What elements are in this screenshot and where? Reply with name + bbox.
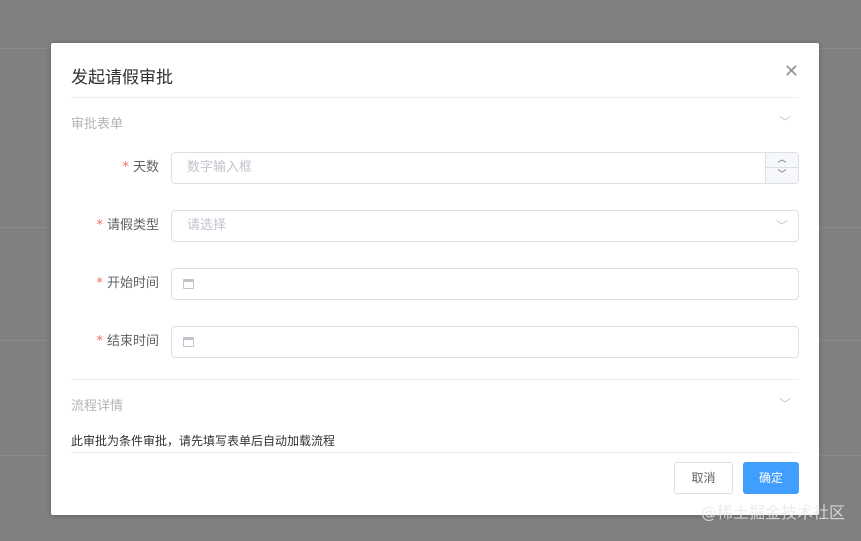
field-label: * 请假类型 [71,210,159,242]
field-label: * 天数 [71,152,159,184]
end-time-picker[interactable] [171,326,799,358]
section-flow-details[interactable]: 流程详情 ﹀ [71,395,799,415]
close-icon[interactable]: ✕ [784,63,799,81]
chevron-down-icon: ﹀ [778,397,791,411]
placeholder: 数字输入框 [187,160,253,175]
days-number-input[interactable]: 数字输入框 ︿ ﹀ [171,152,799,184]
increase-button[interactable]: ︿ [766,153,798,168]
field-end-time: * 结束时间 [71,326,799,358]
flow-note: 此审批为条件审批，请先填写表单后自动加载流程 [71,434,336,448]
label-text: 开始时间 [106,276,159,291]
label-text: 结束时间 [106,334,159,349]
leave-approval-dialog: 发起请假审批 ✕ 审批表单 ﹀ * 天数 数字输入框 ︿ ﹀ * 请假类型 请选择 … [51,43,819,515]
label-text: 天数 [132,160,159,175]
cancel-button[interactable]: 取消 [674,462,733,494]
leave-type-select[interactable]: 请选择 ﹀ [171,210,799,242]
decrease-button[interactable]: ﹀ [766,168,798,183]
dialog-title: 发起请假审批 [71,68,173,88]
watermark: @稀土掘金技术社区 [700,503,845,522]
field-days: * 天数 数字输入框 ︿ ﹀ [71,152,799,184]
calendar-icon [183,337,194,347]
divider [71,452,799,453]
section-title: 流程详情 [71,399,124,414]
required-mark: * [96,276,103,291]
placeholder: 请选择 [187,218,227,233]
section-title: 审批表单 [71,117,124,132]
field-start-time: * 开始时间 [71,268,799,300]
field-label: * 开始时间 [71,268,159,300]
calendar-icon [183,279,194,289]
divider [71,379,799,380]
chevron-down-icon: ﹀ [775,219,788,233]
label-text: 请假类型 [106,218,159,233]
field-leave-type: * 请假类型 请选择 ﹀ [71,210,799,242]
required-mark: * [96,218,103,233]
divider [71,97,799,98]
chevron-down-icon: ﹀ [778,115,791,129]
section-approval-form[interactable]: 审批表单 ﹀ [71,113,799,133]
confirm-button[interactable]: 确定 [743,462,799,494]
quantity-stepper: ︿ ﹀ [765,153,798,183]
required-mark: * [122,160,129,175]
field-label: * 结束时间 [71,326,159,358]
start-time-picker[interactable] [171,268,799,300]
required-mark: * [96,334,103,349]
